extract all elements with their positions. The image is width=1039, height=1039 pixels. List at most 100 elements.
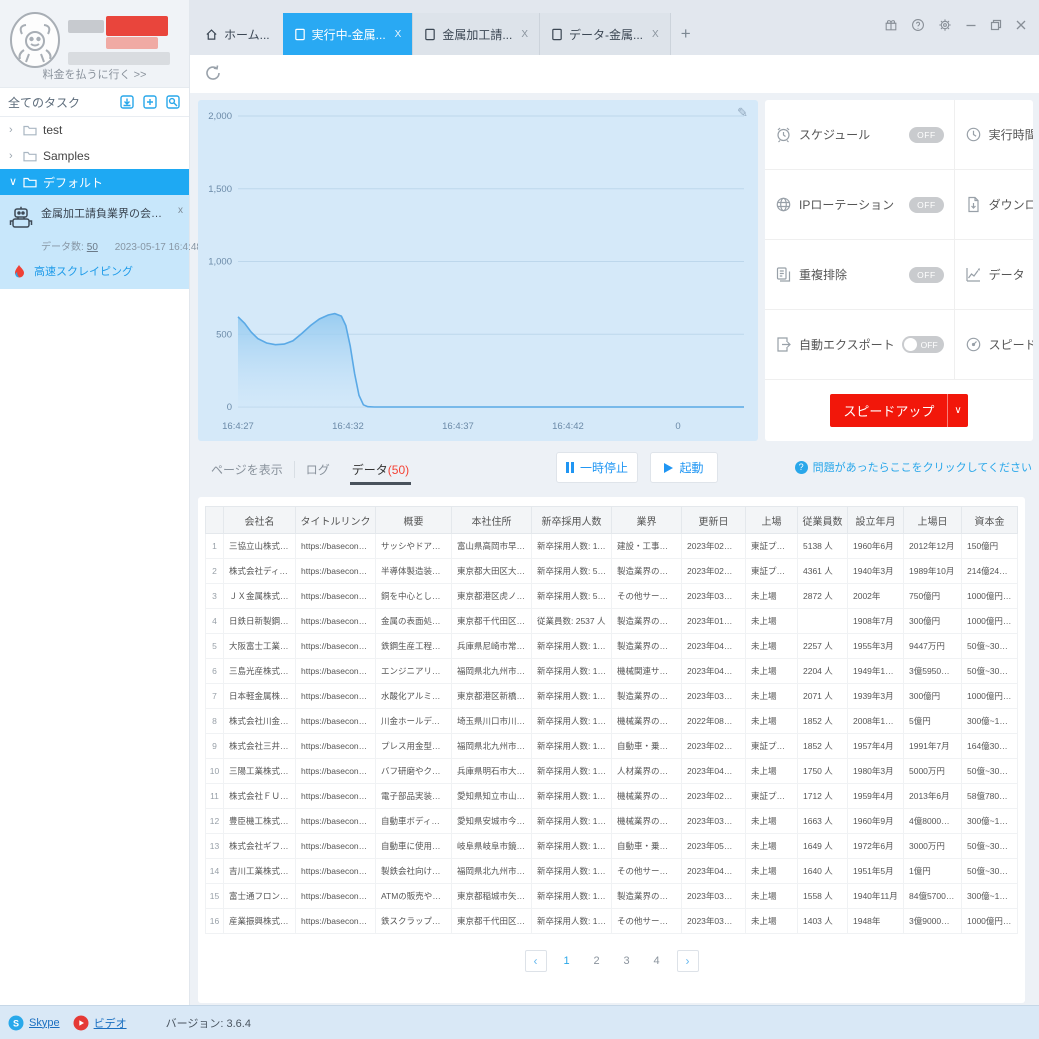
avatar[interactable] xyxy=(8,10,62,70)
table-row[interactable]: 15富士通フロンテック...https://baseconnect...ATMの… xyxy=(205,883,1018,909)
table-row[interactable]: 13株式会社ギフ加藤製...https://baseconnect...自動車に… xyxy=(205,833,1018,859)
column-header[interactable]: 新卒採用人数 xyxy=(531,506,612,534)
row-number: 7 xyxy=(205,683,224,709)
table-row[interactable]: 16 産業振興株式会社 https://baseconnect... 鉄スクラップの再… xyxy=(205,908,1018,934)
table-row[interactable]: 8株式会社川金ホール...https://baseconnect...川金ホール… xyxy=(205,708,1018,734)
tab-task-config[interactable]: 金属加工請... X xyxy=(413,13,541,55)
table-cell: 株式会社ギフ加藤製... xyxy=(223,833,296,859)
next-page-button[interactable]: › xyxy=(676,950,699,972)
sidebar-folder-samples[interactable]: › Samples xyxy=(0,143,189,169)
sidebar-folder-default[interactable]: ∨ デフォルト xyxy=(0,169,189,195)
table-cell: https://baseconnect... xyxy=(295,783,376,809)
page-number[interactable]: 1 xyxy=(557,955,577,967)
task-timestamp: 2023-05-17 16:4:48 xyxy=(114,242,202,253)
tab-data[interactable]: データ(50) xyxy=(341,461,420,485)
column-header[interactable]: 資本金 xyxy=(961,506,1018,534)
table-row[interactable]: 12 豊臣機工株式会社 https://baseconnect... 自動車ボディ部品… xyxy=(205,808,1018,834)
find-task-icon[interactable] xyxy=(165,94,181,110)
column-header[interactable]: 会社名 xyxy=(223,506,296,534)
tab-running-task[interactable]: 実行中-金属... X xyxy=(282,13,414,55)
table-row[interactable]: 10 三陽工業株式会社 https://baseconnect... バフ研磨やクロム… xyxy=(205,758,1018,784)
skype-link[interactable]: Skype xyxy=(29,1017,60,1029)
skype-icon[interactable]: S xyxy=(8,1015,24,1031)
column-header[interactable]: 設立年月 xyxy=(847,506,904,534)
table-cell: 2002年 xyxy=(847,583,904,609)
dedup-off-badge[interactable]: OFF xyxy=(909,266,944,283)
tab-task-data[interactable]: データ-金属... X xyxy=(540,13,671,55)
table-cell: 自動車ボディ部品の... xyxy=(375,808,452,834)
table-row[interactable]: 14 吉川工業株式会社 https://baseconnect... 製鉄会社向けに鉄… xyxy=(205,858,1018,884)
task-close-icon[interactable]: x xyxy=(178,205,183,216)
import-task-icon[interactable] xyxy=(119,94,135,110)
table-row[interactable]: 7日本軽金属株式会社https://baseconnect...水酸化アルミニウ… xyxy=(205,683,1018,709)
folder-icon xyxy=(23,125,37,136)
video-icon[interactable] xyxy=(73,1015,89,1031)
sidebar-folder-test[interactable]: › test xyxy=(0,117,189,143)
page-number[interactable]: 3 xyxy=(617,955,637,967)
pay-link[interactable]: 料金を払うに行く >> xyxy=(0,66,189,82)
clock-icon xyxy=(966,127,980,142)
start-button[interactable]: 起動 xyxy=(650,452,718,483)
settings-gear-icon[interactable] xyxy=(938,18,952,32)
table-row[interactable]: 11 株式会社ＦＵＪＩ https://baseconnect... 電子部品実装ロボ… xyxy=(205,783,1018,809)
tab-show-page[interactable]: ページを表示 xyxy=(200,461,294,478)
page-number[interactable]: 4 xyxy=(647,955,667,967)
chevron-right-icon[interactable]: › xyxy=(9,150,17,162)
edit-pencil-icon[interactable]: ✎ xyxy=(737,105,748,121)
column-header[interactable]: 概要 xyxy=(375,506,452,534)
new-tab-button[interactable]: + xyxy=(671,13,701,55)
close-tab-icon[interactable]: X xyxy=(521,29,528,40)
table-cell: 2023年04月15日 xyxy=(681,758,746,784)
task-card[interactable]: 金属加工請負業界の会社・企業一覧（全国... x データ数:50 2023-05… xyxy=(0,195,202,289)
table-row[interactable]: 3ＪＸ金属株式会社https://baseconnect...銅を中心とした非鉄… xyxy=(205,583,1018,609)
svg-text:S: S xyxy=(13,1018,19,1028)
schedule-off-badge[interactable]: OFF xyxy=(909,126,944,143)
table-row[interactable]: 2株式会社ディスコhttps://baseconnect...半導体製造装置や精… xyxy=(205,558,1018,584)
folder-icon xyxy=(23,177,37,188)
column-header[interactable]: 上場 xyxy=(745,506,798,534)
help-icon[interactable] xyxy=(911,18,925,32)
table-cell: 新卒採用人数: 11~5... xyxy=(531,683,612,709)
speedup-button[interactable]: スピードアップ ∨ xyxy=(830,394,968,427)
minimize-icon[interactable] xyxy=(965,19,977,31)
video-link[interactable]: ビデオ xyxy=(94,1015,127,1031)
close-tab-icon[interactable]: X xyxy=(395,29,402,40)
chevron-down-icon[interactable]: ∨ xyxy=(9,176,17,188)
close-tab-icon[interactable]: X xyxy=(652,29,659,40)
table-row[interactable]: 4日鉄日新製鋼株式会...https://baseconnect...金属の表面… xyxy=(205,608,1018,634)
table-row[interactable]: 6三島光産株式会社https://baseconnect...エンジニアリング事… xyxy=(205,658,1018,684)
table-cell: 300億~1000億円 xyxy=(961,808,1018,834)
new-task-icon[interactable] xyxy=(142,94,158,110)
prev-page-button[interactable]: ‹ xyxy=(524,950,547,972)
table-cell: https://baseconnect... xyxy=(295,583,376,609)
gift-icon[interactable] xyxy=(884,18,898,32)
chevron-right-icon[interactable]: › xyxy=(9,124,17,136)
column-header[interactable]: 上場日 xyxy=(903,506,962,534)
tab-log[interactable]: ログ xyxy=(293,460,341,478)
table-cell: 未上場 xyxy=(745,658,798,684)
table-row[interactable]: 1三協立山株式会社https://baseconnect...サッシやドアなどの… xyxy=(205,533,1018,559)
table-row[interactable]: 9株式会社三井ハイテ...https://baseconnect...プレス用金… xyxy=(205,733,1018,759)
column-header[interactable]: タイトルリンク xyxy=(295,506,376,534)
column-header[interactable]: 本社住所 xyxy=(451,506,532,534)
task-data-count[interactable]: 50 xyxy=(87,242,98,253)
column-header[interactable]: 更新日 xyxy=(681,506,746,534)
table-cell: 2023年02月14日 xyxy=(681,783,746,809)
stat-download: ダウンロード 0 xyxy=(954,170,1033,240)
column-header[interactable]: 従業員数 xyxy=(797,506,848,534)
column-header[interactable]: 業界 xyxy=(611,506,682,534)
table-row[interactable]: 5大阪富士工業株式会...https://baseconnect...鉄鋼生産工… xyxy=(205,633,1018,659)
page-number[interactable]: 2 xyxy=(587,955,607,967)
table-cell: 産業振興株式会社 xyxy=(223,908,296,934)
speedup-dropdown-chevron[interactable]: ∨ xyxy=(947,394,967,427)
auto-export-toggle[interactable]: OFF xyxy=(901,336,944,353)
close-window-icon[interactable] xyxy=(1015,19,1027,31)
table-cell: 東証プライム xyxy=(745,533,798,559)
restore-window-icon[interactable] xyxy=(990,19,1002,31)
tab-home[interactable]: ホーム... xyxy=(194,13,281,55)
refresh-icon[interactable] xyxy=(203,63,223,83)
row-number: 15 xyxy=(205,883,224,909)
pause-button[interactable]: 一時停止 xyxy=(556,452,638,483)
ip-rotation-off-badge[interactable]: OFF xyxy=(909,196,944,213)
problem-help-link[interactable]: ? 問題があったらここをクリックしてください xyxy=(794,459,1032,475)
